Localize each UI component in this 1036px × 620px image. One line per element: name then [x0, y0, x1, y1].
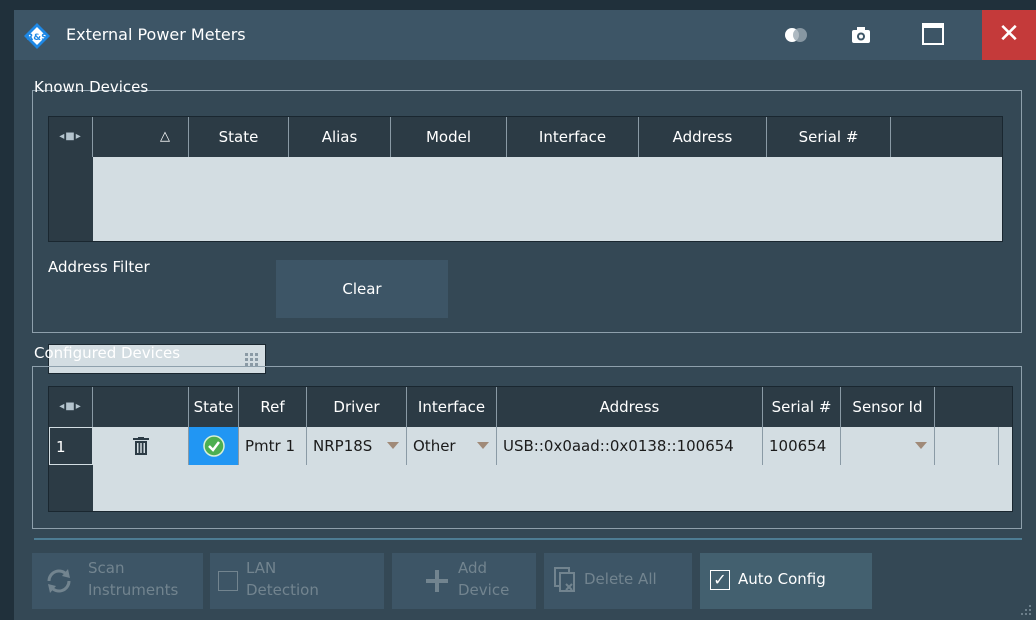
driver-dropdown[interactable]: NRP18S	[307, 427, 407, 465]
delete-row-button[interactable]	[93, 427, 189, 465]
delete-all-label: Delete All	[584, 570, 657, 588]
clear-button[interactable]: Clear	[276, 260, 448, 318]
chevron-down-icon	[477, 442, 489, 449]
close-button[interactable]: ✕	[982, 10, 1036, 60]
maximize-icon[interactable]	[922, 23, 944, 45]
column-ref[interactable]: Ref	[239, 387, 307, 427]
ref-cell: Pmtr 1	[239, 427, 307, 465]
title-bar: R&S External Power Meters ✕	[14, 10, 1036, 60]
column-serial[interactable]: Serial #	[767, 117, 891, 157]
refresh-icon	[47, 569, 71, 593]
camera-icon[interactable]	[850, 25, 872, 45]
check-circle-icon	[203, 435, 225, 457]
row-index: 1	[49, 427, 93, 465]
delete-all-button[interactable]: Delete All	[544, 553, 692, 609]
lan-detection-button[interactable]: LAN Detection	[210, 553, 384, 609]
chevron-down-icon	[915, 442, 927, 449]
address-filter-label: Address Filter	[48, 258, 150, 276]
auto-config-button[interactable]: ✓ Auto Config	[700, 553, 872, 609]
toolbar-divider	[34, 538, 1022, 540]
column-delete	[93, 387, 189, 427]
plus-icon	[426, 570, 448, 592]
table-row[interactable]: 1 Pmtr 1 NRP18S Other USB::0x0aad::0x013…	[49, 427, 1014, 465]
column-chooser-icon[interactable]: ◂■▸	[49, 387, 93, 427]
add-label-2: Device	[458, 581, 510, 599]
column-address[interactable]: Address	[497, 387, 763, 427]
column-interface[interactable]: Interface	[407, 387, 497, 427]
svg-text:R&S: R&S	[26, 33, 47, 43]
lan-label-2: Detection	[246, 581, 319, 599]
address-cell[interactable]: USB::0x0aad::0x0138::100654	[497, 427, 763, 465]
column-sort[interactable]: △	[93, 117, 189, 157]
auto-config-label: Auto Config	[738, 570, 826, 588]
scan-instruments-button[interactable]: Scan Instruments	[32, 553, 203, 609]
add-device-button[interactable]: Add Device	[392, 553, 536, 609]
table-header: ◂■▸ State Ref Driver Interface Address S…	[49, 387, 1012, 427]
column-address[interactable]: Address	[639, 117, 767, 157]
column-sensor-id[interactable]: Sensor Id	[841, 387, 935, 427]
column-interface[interactable]: Interface	[507, 117, 639, 157]
column-driver[interactable]: Driver	[307, 387, 407, 427]
resize-grip-icon[interactable]	[1020, 604, 1032, 616]
rs-logo-icon: R&S	[24, 23, 50, 49]
auto-config-checkbox[interactable]: ✓	[710, 570, 730, 590]
column-serial[interactable]: Serial #	[763, 387, 841, 427]
clear-label: Clear	[342, 280, 382, 298]
interface-value: Other	[413, 437, 456, 455]
driver-value: NRP18S	[313, 437, 373, 455]
column-state[interactable]: State	[189, 117, 289, 157]
delete-all-icon	[554, 567, 575, 592]
lan-checkbox[interactable]	[218, 571, 238, 591]
known-devices-label: Known Devices	[34, 78, 149, 96]
window-title: External Power Meters	[66, 25, 246, 44]
configured-devices-label: Configured Devices	[34, 344, 181, 362]
dialog-body: Known Devices ◂■▸ △ State Alias Model In…	[14, 60, 1036, 620]
row-gutter	[49, 157, 93, 241]
column-state[interactable]: State	[189, 387, 239, 427]
known-devices-table[interactable]: ◂■▸ △ State Alias Model Interface Addres…	[48, 116, 1003, 242]
empty-cell	[935, 427, 999, 465]
add-label-1: Add	[458, 559, 488, 577]
lan-label-1: LAN	[246, 559, 277, 577]
transparency-toggle-icon[interactable]	[783, 26, 809, 44]
scan-label-1: Scan	[88, 559, 125, 577]
column-chooser-icon[interactable]: ◂■▸	[49, 117, 93, 157]
chevron-down-icon	[387, 442, 399, 449]
column-alias[interactable]: Alias	[289, 117, 391, 157]
trash-icon	[133, 437, 149, 455]
sensor-id-dropdown[interactable]	[841, 427, 935, 465]
serial-cell: 100654	[763, 427, 841, 465]
configured-devices-table[interactable]: ◂■▸ State Ref Driver Interface Address S…	[48, 386, 1013, 512]
keypad-icon[interactable]	[245, 353, 259, 367]
scan-label-2: Instruments	[88, 581, 179, 599]
interface-dropdown[interactable]: Other	[407, 427, 497, 465]
column-model[interactable]: Model	[391, 117, 507, 157]
table-header: ◂■▸ △ State Alias Model Interface Addres…	[49, 117, 1002, 157]
state-cell	[189, 427, 239, 465]
